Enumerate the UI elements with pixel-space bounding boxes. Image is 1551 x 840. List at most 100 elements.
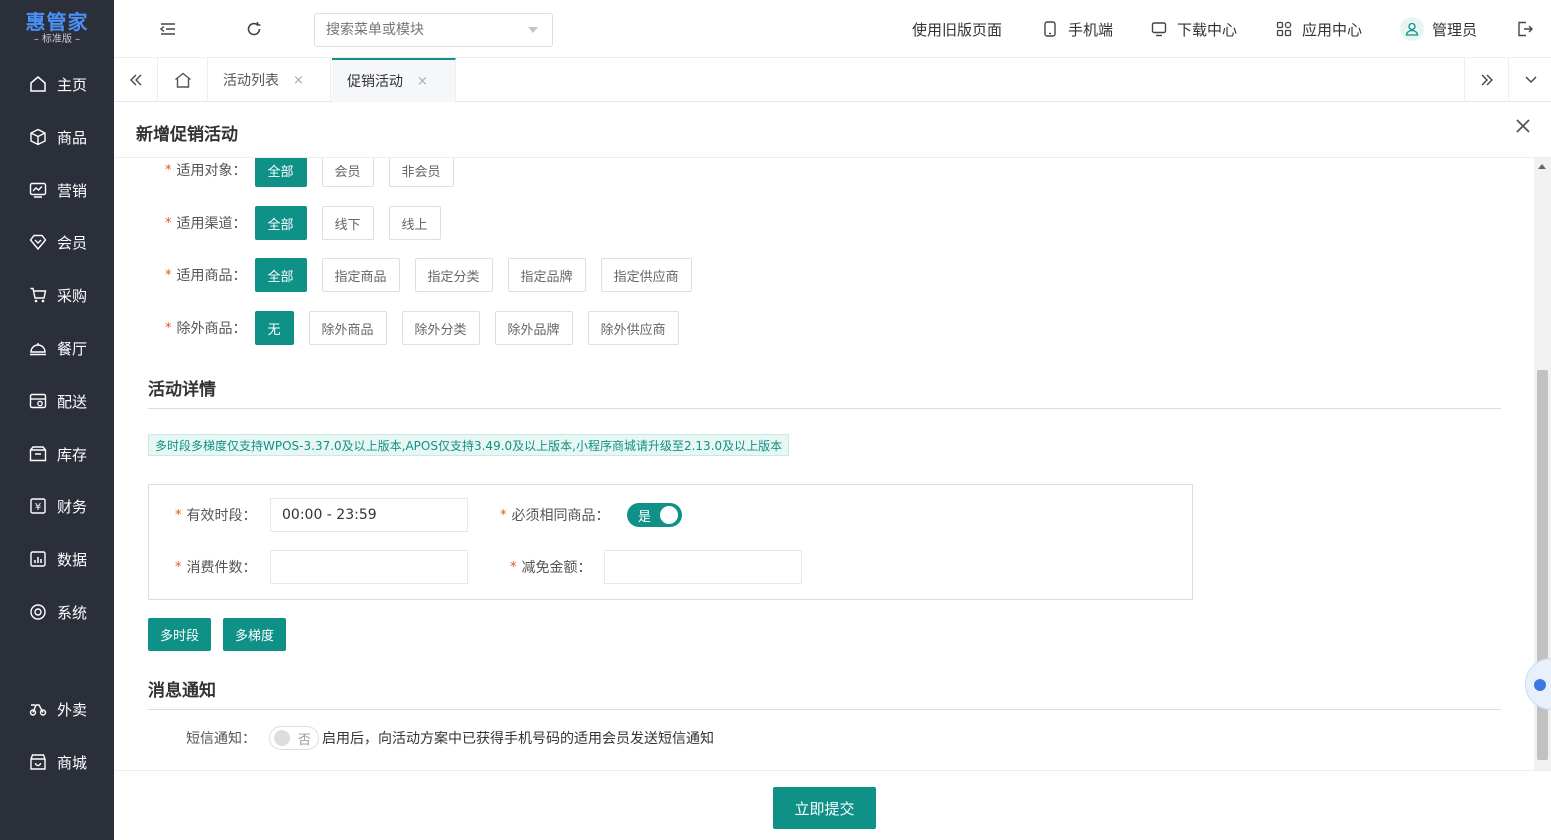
- exclude-option-supplier[interactable]: 除外供应商: [587, 311, 679, 345]
- scroll-up-icon[interactable]: [1538, 164, 1546, 169]
- sidebar-item-member[interactable]: 会员: [0, 222, 114, 262]
- sidebar-item-label: 外卖: [57, 700, 88, 719]
- tab-label: 促销活动: [347, 74, 403, 90]
- target-option-member[interactable]: 会员: [321, 158, 374, 187]
- goods-row: * 适用商品： 全部 指定商品 指定分类 指定品牌 指定供应商: [165, 258, 707, 292]
- menu-search-input[interactable]: [314, 13, 553, 47]
- sidebar-item-home[interactable]: 主页: [0, 64, 114, 104]
- user-menu[interactable]: 管理员: [1400, 0, 1477, 58]
- same-goods-row: * 必须相同商品：: [500, 498, 610, 532]
- multi-tier-button[interactable]: 多梯度: [223, 618, 287, 651]
- target-row: * 适用对象： 全部 会员 非会员: [165, 158, 469, 187]
- channel-option-offline[interactable]: 线下: [321, 206, 374, 240]
- collapse-menu-icon[interactable]: [158, 19, 178, 39]
- target-option-all[interactable]: 全部: [254, 158, 307, 187]
- time-range-input[interactable]: 00:00 - 23:59: [270, 498, 468, 532]
- target-option-nonmember[interactable]: 非会员: [388, 158, 454, 187]
- tabs-scroll-right-icon[interactable]: [1464, 58, 1508, 102]
- goods-option-supplier[interactable]: 指定供应商: [600, 258, 692, 292]
- divider: [148, 408, 1501, 409]
- tab-activity-list[interactable]: 活动列表 ×: [208, 58, 331, 102]
- shop-icon: [28, 752, 48, 772]
- promotion-form-panel: 新增促销活动 * 适用对象： 全部 会员 非会员 * 适用渠道： 全部 线下 线…: [114, 102, 1551, 840]
- tabs-dropdown-icon[interactable]: [1508, 58, 1551, 102]
- sidebar-item-goods[interactable]: 商品: [0, 117, 114, 157]
- sidebar-item-label: 会员: [57, 233, 88, 252]
- sms-switch[interactable]: 否: [269, 726, 319, 750]
- chevron-down-icon[interactable]: [528, 27, 538, 33]
- brand-logo[interactable]: 惠管家 – 标准版 –: [0, 0, 114, 58]
- required-mark: *: [165, 162, 172, 178]
- sidebar-item-label: 系统: [57, 603, 88, 622]
- sidebar-item-purchase[interactable]: 采购: [0, 275, 114, 315]
- brand-edition: – 标准版 –: [33, 34, 81, 45]
- sidebar-item-restaurant[interactable]: 餐厅: [0, 328, 114, 368]
- same-goods-switch[interactable]: 是: [627, 503, 682, 527]
- mobile-link[interactable]: 手机端: [1040, 0, 1113, 58]
- divider: [148, 709, 1501, 710]
- submit-button[interactable]: 立即提交: [773, 787, 876, 829]
- required-mark: *: [175, 507, 182, 523]
- goods-option-all[interactable]: 全部: [254, 258, 307, 292]
- dish-icon: [28, 338, 48, 358]
- sidebar-item-mall[interactable]: 商城: [0, 742, 114, 782]
- monitor-icon: [1149, 19, 1169, 39]
- mobile-icon: [1040, 19, 1060, 39]
- discount-amount-input[interactable]: [604, 550, 802, 584]
- channel-option-online[interactable]: 线上: [388, 206, 441, 240]
- switch-knob: [660, 506, 678, 524]
- discount-row: * 减免金额：: [510, 550, 592, 584]
- app-center-label: 应用中心: [1302, 20, 1363, 39]
- sidebar-item-label: 餐厅: [57, 339, 88, 358]
- download-center-link[interactable]: 下载中心: [1149, 0, 1237, 58]
- close-icon[interactable]: ×: [293, 73, 304, 88]
- goods-option-specified-goods[interactable]: 指定商品: [321, 258, 400, 292]
- sidebar-item-marketing[interactable]: 营销: [0, 170, 114, 210]
- close-icon[interactable]: [1515, 118, 1535, 138]
- sms-row: 短信通知：: [186, 721, 256, 755]
- sidebar-item-system[interactable]: 系统: [0, 592, 114, 632]
- notify-section-title: 消息通知: [148, 681, 216, 701]
- user-name: 管理员: [1432, 20, 1478, 39]
- goods-label: 适用商品：: [176, 268, 247, 284]
- tab-home-icon[interactable]: [158, 58, 208, 102]
- tabs-scroll-left-icon[interactable]: [114, 58, 158, 102]
- panel-title: 新增促销活动: [136, 125, 238, 145]
- delivery-icon: [28, 391, 48, 411]
- sidebar-item-data[interactable]: 数据: [0, 539, 114, 579]
- exclude-option-category[interactable]: 除外分类: [401, 311, 480, 345]
- old-page-link[interactable]: 使用旧版页面: [912, 0, 1002, 58]
- apps-grid-icon: [1274, 19, 1294, 39]
- sidebar-item-finance[interactable]: ¥ 财务: [0, 486, 114, 526]
- exclude-option-none[interactable]: 无: [254, 311, 294, 345]
- exclude-option-goods[interactable]: 除外商品: [308, 311, 387, 345]
- sidebar-item-label: 配送: [57, 392, 88, 411]
- logout-icon[interactable]: [1515, 19, 1535, 39]
- channel-row: * 适用渠道： 全部 线下 线上: [165, 206, 456, 240]
- bike-icon: [28, 699, 48, 719]
- exclude-option-brand[interactable]: 除外品牌: [494, 311, 573, 345]
- form-scroll-area[interactable]: * 适用对象： 全部 会员 非会员 * 适用渠道： 全部 线下 线上 * 适用商…: [130, 158, 1518, 770]
- tab-promotion[interactable]: 促销活动 ×: [332, 58, 456, 102]
- app-center-link[interactable]: 应用中心: [1274, 0, 1362, 58]
- sidebar-item-inventory[interactable]: 库存: [0, 434, 114, 474]
- target-label: 适用对象：: [176, 163, 247, 179]
- sms-label: 短信通知：: [186, 731, 256, 747]
- close-icon[interactable]: ×: [417, 74, 428, 89]
- sidebar-item-label: 营销: [57, 181, 88, 200]
- chart-icon: [28, 180, 48, 200]
- channel-option-all[interactable]: 全部: [254, 206, 307, 240]
- sidebar-item-takeaway[interactable]: 外卖: [0, 689, 114, 729]
- goods-option-brand[interactable]: 指定品牌: [507, 258, 586, 292]
- sidebar-item-label: 采购: [57, 286, 88, 305]
- refresh-icon[interactable]: [244, 19, 264, 39]
- home-icon: [28, 74, 48, 94]
- sidebar: 惠管家 – 标准版 – 主页 商品 营销 会员 采购 餐厅 配送 库存 ¥ 财务…: [0, 0, 114, 840]
- count-input[interactable]: [270, 550, 468, 584]
- goods-option-category[interactable]: 指定分类: [414, 258, 493, 292]
- multi-period-button[interactable]: 多时段: [148, 618, 212, 651]
- required-mark: *: [500, 507, 507, 523]
- count-label: 消费件数：: [186, 560, 257, 576]
- sidebar-item-delivery[interactable]: 配送: [0, 381, 114, 421]
- switch-text: 是: [638, 510, 652, 525]
